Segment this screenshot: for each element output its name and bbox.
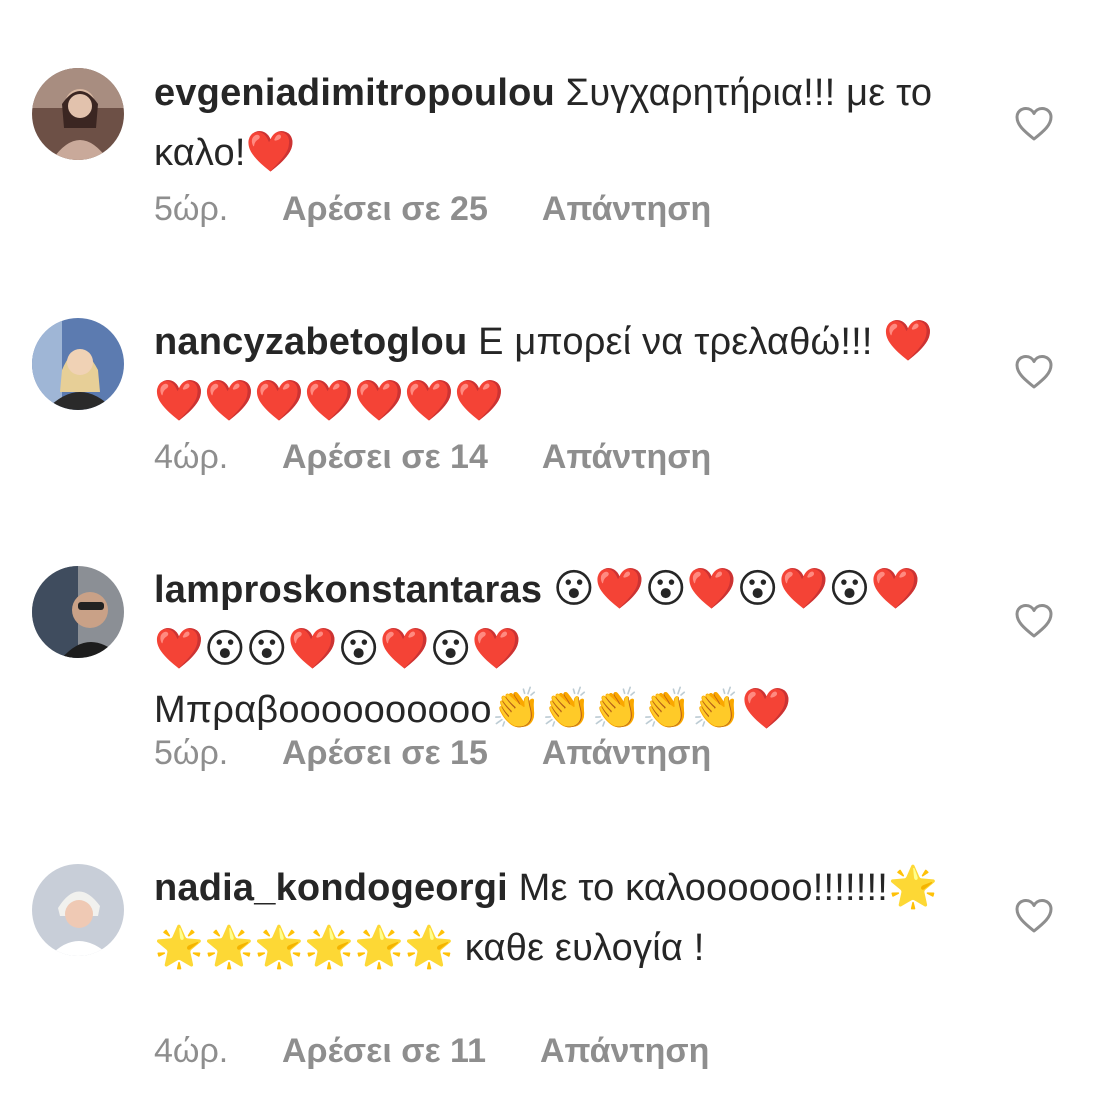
timestamp: 5ώρ.	[154, 734, 229, 772]
avatar[interactable]	[32, 68, 124, 160]
likes-count[interactable]: Αρέσει σε 15	[282, 734, 488, 773]
avatar[interactable]	[32, 566, 124, 658]
heart-outline-icon	[1015, 899, 1053, 933]
comment-text-continued: Μπραβοοοοοοοοοο	[154, 689, 492, 731]
heart-outline-icon	[1015, 604, 1053, 638]
heart-outline-icon	[1015, 107, 1053, 141]
comment-meta: 5ώρ. Αρέσει σε 15 Απάντηση	[154, 734, 711, 773]
timestamp: 4ώρ.	[154, 1032, 229, 1070]
comment-text: Με το καλοοοοοο!!!!!!!	[507, 867, 889, 909]
avatar[interactable]	[32, 864, 124, 956]
reply-button[interactable]: Απάντηση	[542, 734, 711, 773]
username[interactable]: nadia_kondogeorgi	[154, 867, 508, 909]
username[interactable]: nancyzabetoglou	[154, 321, 467, 363]
like-button[interactable]	[1014, 106, 1054, 142]
comment-text: Ε μπορεί να τρελαθώ!!!	[467, 321, 884, 363]
reply-button[interactable]: Απάντηση	[542, 190, 711, 229]
likes-count[interactable]: Αρέσει σε 11	[282, 1032, 486, 1071]
emoji: ❤️	[245, 129, 296, 175]
like-button[interactable]	[1014, 898, 1054, 934]
like-button[interactable]	[1014, 354, 1054, 390]
comment-body: nadia_kondogeorgi Με το καλοοοοοο!!!!!!!…	[154, 858, 954, 978]
likes-count[interactable]: Αρέσει σε 25	[282, 190, 488, 229]
avatar[interactable]	[32, 318, 124, 410]
timestamp: 4ώρ.	[154, 438, 229, 476]
likes-count[interactable]: Αρέσει σε 14	[282, 438, 488, 477]
reply-button[interactable]: Απάντηση	[542, 438, 711, 477]
username[interactable]: lamproskonstantaras	[154, 569, 542, 611]
comment-body: nancyzabetoglou Ε μπορεί να τρελαθώ!!! ❤…	[154, 312, 954, 432]
comment-meta: 4ώρ. Αρέσει σε 11 Απάντηση	[154, 1032, 709, 1071]
comment-text-continued: καθε ευλογία !	[454, 927, 705, 969]
timestamp: 5ώρ.	[154, 190, 229, 228]
comment-meta: 4ώρ. Αρέσει σε 14 Απάντηση	[154, 438, 711, 477]
comment-meta: 5ώρ. Αρέσει σε 25 Απάντηση	[154, 190, 711, 229]
emoji-continued: 👏👏👏👏👏❤️	[491, 686, 792, 732]
like-button[interactable]	[1014, 603, 1054, 639]
username[interactable]: evgeniadimitropoulou	[154, 72, 555, 114]
heart-outline-icon	[1015, 355, 1053, 389]
comment-body: lamproskonstantaras 😮❤️😮❤️😮❤️😮❤️❤️😮😮❤️😮❤…	[154, 560, 954, 740]
comment-body: evgeniadimitropoulou Συγχαρητήρια!!! με …	[154, 64, 954, 183]
comment-text	[542, 569, 553, 611]
reply-button[interactable]: Απάντηση	[540, 1032, 709, 1071]
